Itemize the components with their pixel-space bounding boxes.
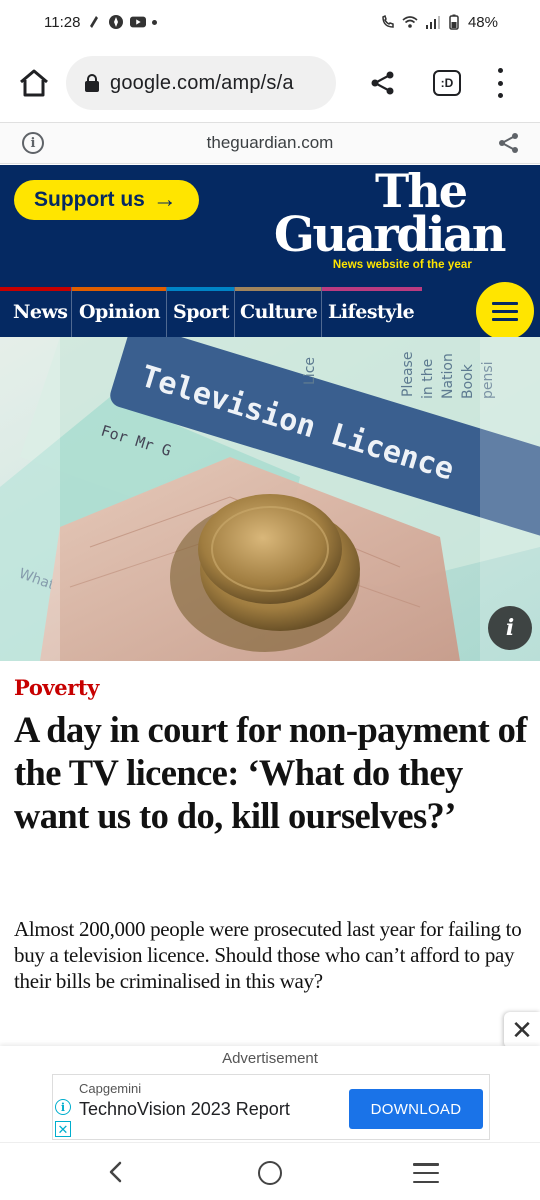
notification-icon bbox=[90, 16, 99, 28]
more-notifications-dot bbox=[152, 19, 158, 25]
status-time: 11:28 bbox=[44, 13, 81, 31]
article-standfirst: Almost 200,000 people were prosecuted la… bbox=[14, 917, 522, 993]
nav-label: Sport bbox=[173, 301, 229, 323]
svg-text:Please: Please bbox=[400, 352, 416, 397]
support-us-button[interactable]: Support us → bbox=[14, 180, 199, 220]
more-vert-icon[interactable] bbox=[494, 68, 506, 98]
adchoices-icon[interactable]: i bbox=[55, 1099, 71, 1115]
info-icon[interactable]: i bbox=[22, 132, 44, 154]
youtube-icon bbox=[130, 16, 147, 28]
system-nav-bar bbox=[0, 1142, 540, 1200]
ad-banner: Advertisement i ✕ Capgemini TechnoVision… bbox=[0, 1046, 540, 1142]
svg-text:Book: Book bbox=[460, 363, 476, 399]
nav-item-sport[interactable]: Sport bbox=[167, 287, 235, 337]
ad-brand: Capgemini bbox=[79, 1081, 142, 1096]
tabs-icon[interactable]: :D bbox=[433, 70, 461, 96]
browser-toolbar: google.com/amp/s/a :D bbox=[0, 50, 540, 116]
status-left: 11:28 bbox=[44, 13, 158, 31]
logo-line-2: Guardian bbox=[273, 207, 507, 263]
svg-text:in the: in the bbox=[420, 359, 436, 399]
nav-label: News bbox=[13, 301, 68, 323]
site-header: Support us → The Guardian News website o… bbox=[0, 165, 540, 287]
wifi-icon bbox=[402, 16, 418, 28]
share-icon[interactable] bbox=[370, 70, 396, 96]
svg-text:Lice: Lice bbox=[302, 357, 318, 385]
share-icon[interactable] bbox=[498, 132, 520, 154]
nav-item-news[interactable]: News bbox=[0, 287, 72, 337]
support-label: Support us bbox=[34, 188, 145, 211]
ad-dismiss-icon[interactable]: ✕ bbox=[55, 1121, 71, 1137]
battery-percent: 48% bbox=[467, 13, 498, 31]
back-icon[interactable] bbox=[104, 1160, 128, 1184]
amp-viewer-bar: theguardian.com i bbox=[0, 122, 540, 164]
home-circle-icon[interactable] bbox=[258, 1161, 282, 1185]
ad-title: TechnoVision 2023 Report bbox=[79, 1099, 290, 1119]
home-icon[interactable] bbox=[18, 68, 50, 98]
article-headline: A day in court for non-payment of the TV… bbox=[14, 709, 527, 836]
close-ad-icon[interactable]: ✕ bbox=[504, 1012, 540, 1048]
svg-text:Nation: Nation bbox=[440, 353, 456, 399]
nav-item-culture[interactable]: Culture bbox=[235, 287, 322, 337]
recents-icon[interactable] bbox=[413, 1163, 439, 1183]
arrow-right-icon: → bbox=[152, 186, 177, 213]
wifi-call-icon bbox=[382, 14, 394, 28]
ad-creative[interactable]: i ✕ Capgemini TechnoVision 2023 Report D… bbox=[52, 1074, 490, 1140]
nav-item-lifestyle[interactable]: Lifestyle bbox=[322, 287, 422, 337]
nav-label: Lifestyle bbox=[328, 301, 415, 323]
nav-label: Opinion bbox=[79, 301, 161, 323]
article-kicker[interactable]: Poverty bbox=[14, 675, 99, 700]
battery-icon bbox=[449, 14, 459, 30]
nav-item-opinion[interactable]: Opinion bbox=[72, 287, 167, 337]
tv-licence-photo: Television Licence For Mr G Please in th… bbox=[0, 337, 540, 661]
lock-icon bbox=[85, 74, 99, 92]
ad-download-button[interactable]: DOWNLOAD bbox=[349, 1089, 483, 1129]
image-info-icon[interactable]: i bbox=[488, 606, 532, 650]
hero-image[interactable]: Television Licence For Mr G Please in th… bbox=[0, 337, 540, 661]
status-right: 48% bbox=[380, 14, 498, 31]
menu-icon[interactable] bbox=[476, 282, 534, 340]
section-nav: News Opinion Sport Culture Lifestyle bbox=[0, 287, 540, 337]
compass-icon bbox=[109, 15, 124, 29]
tabs-label: :D bbox=[440, 76, 454, 90]
guardian-logo[interactable]: The Guardian News website of the year bbox=[273, 168, 507, 271]
ad-label: Advertisement bbox=[222, 1050, 318, 1067]
nav-label: Culture bbox=[240, 301, 318, 323]
signal-icon bbox=[425, 16, 440, 29]
address-bar[interactable]: google.com/amp/s/a bbox=[66, 56, 336, 110]
status-bar: 11:28 48% bbox=[0, 0, 540, 44]
amp-domain[interactable]: theguardian.com bbox=[0, 133, 540, 153]
url-text: google.com/amp/s/a bbox=[110, 71, 294, 94]
